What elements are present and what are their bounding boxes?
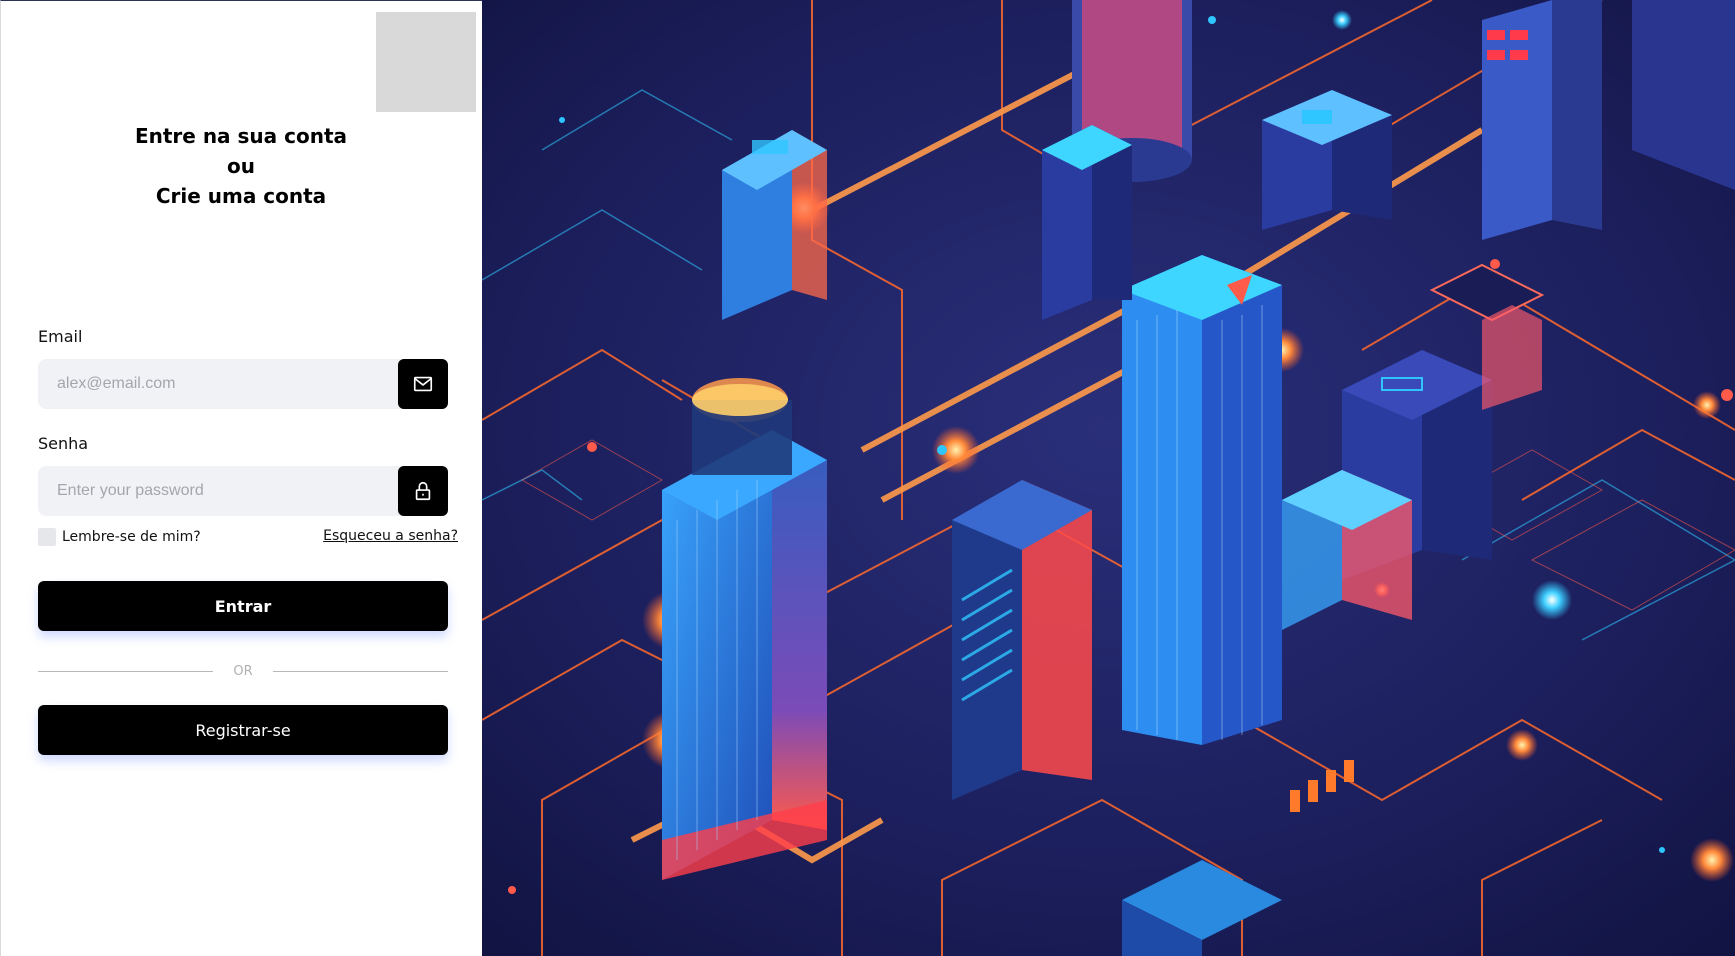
- page-title: Entre na sua conta ou Crie uma conta: [41, 121, 441, 211]
- logo-placeholder: [376, 12, 476, 112]
- login-panel: Entre na sua conta ou Crie uma conta Ema…: [0, 0, 482, 956]
- password-icon-button[interactable]: [398, 466, 448, 516]
- email-input[interactable]: [38, 359, 398, 409]
- forgot-password-link[interactable]: Esqueceu a senha?: [323, 528, 458, 544]
- title-line-3: Crie uma conta: [155, 184, 327, 208]
- login-button[interactable]: Entrar: [38, 581, 448, 631]
- email-icon-button[interactable]: [398, 359, 448, 409]
- password-label: Senha: [38, 434, 89, 453]
- email-field-wrapper: [38, 359, 448, 409]
- divider-line-left: [38, 670, 213, 672]
- password-field-wrapper: [38, 466, 448, 516]
- register-button[interactable]: Registrar-se: [38, 705, 448, 755]
- email-label: Email: [38, 327, 83, 346]
- remember-me[interactable]: Lembre-se de mim?: [38, 528, 201, 546]
- password-input[interactable]: [38, 466, 398, 516]
- divider-label: OR: [233, 663, 253, 679]
- title-line-2: ou: [227, 154, 255, 178]
- futuristic-city-illustration: [482, 0, 1735, 956]
- or-divider: OR: [38, 661, 448, 681]
- divider-line-right: [273, 670, 448, 672]
- login-page: Entre na sua conta ou Crie uma conta Ema…: [0, 0, 1735, 956]
- remember-label: Lembre-se de mim?: [62, 529, 201, 545]
- title-line-1: Entre na sua conta: [134, 124, 348, 148]
- remember-checkbox[interactable]: [38, 528, 56, 546]
- hero-image: [482, 0, 1735, 956]
- lock-icon: [415, 481, 431, 501]
- mail-icon: [413, 376, 433, 392]
